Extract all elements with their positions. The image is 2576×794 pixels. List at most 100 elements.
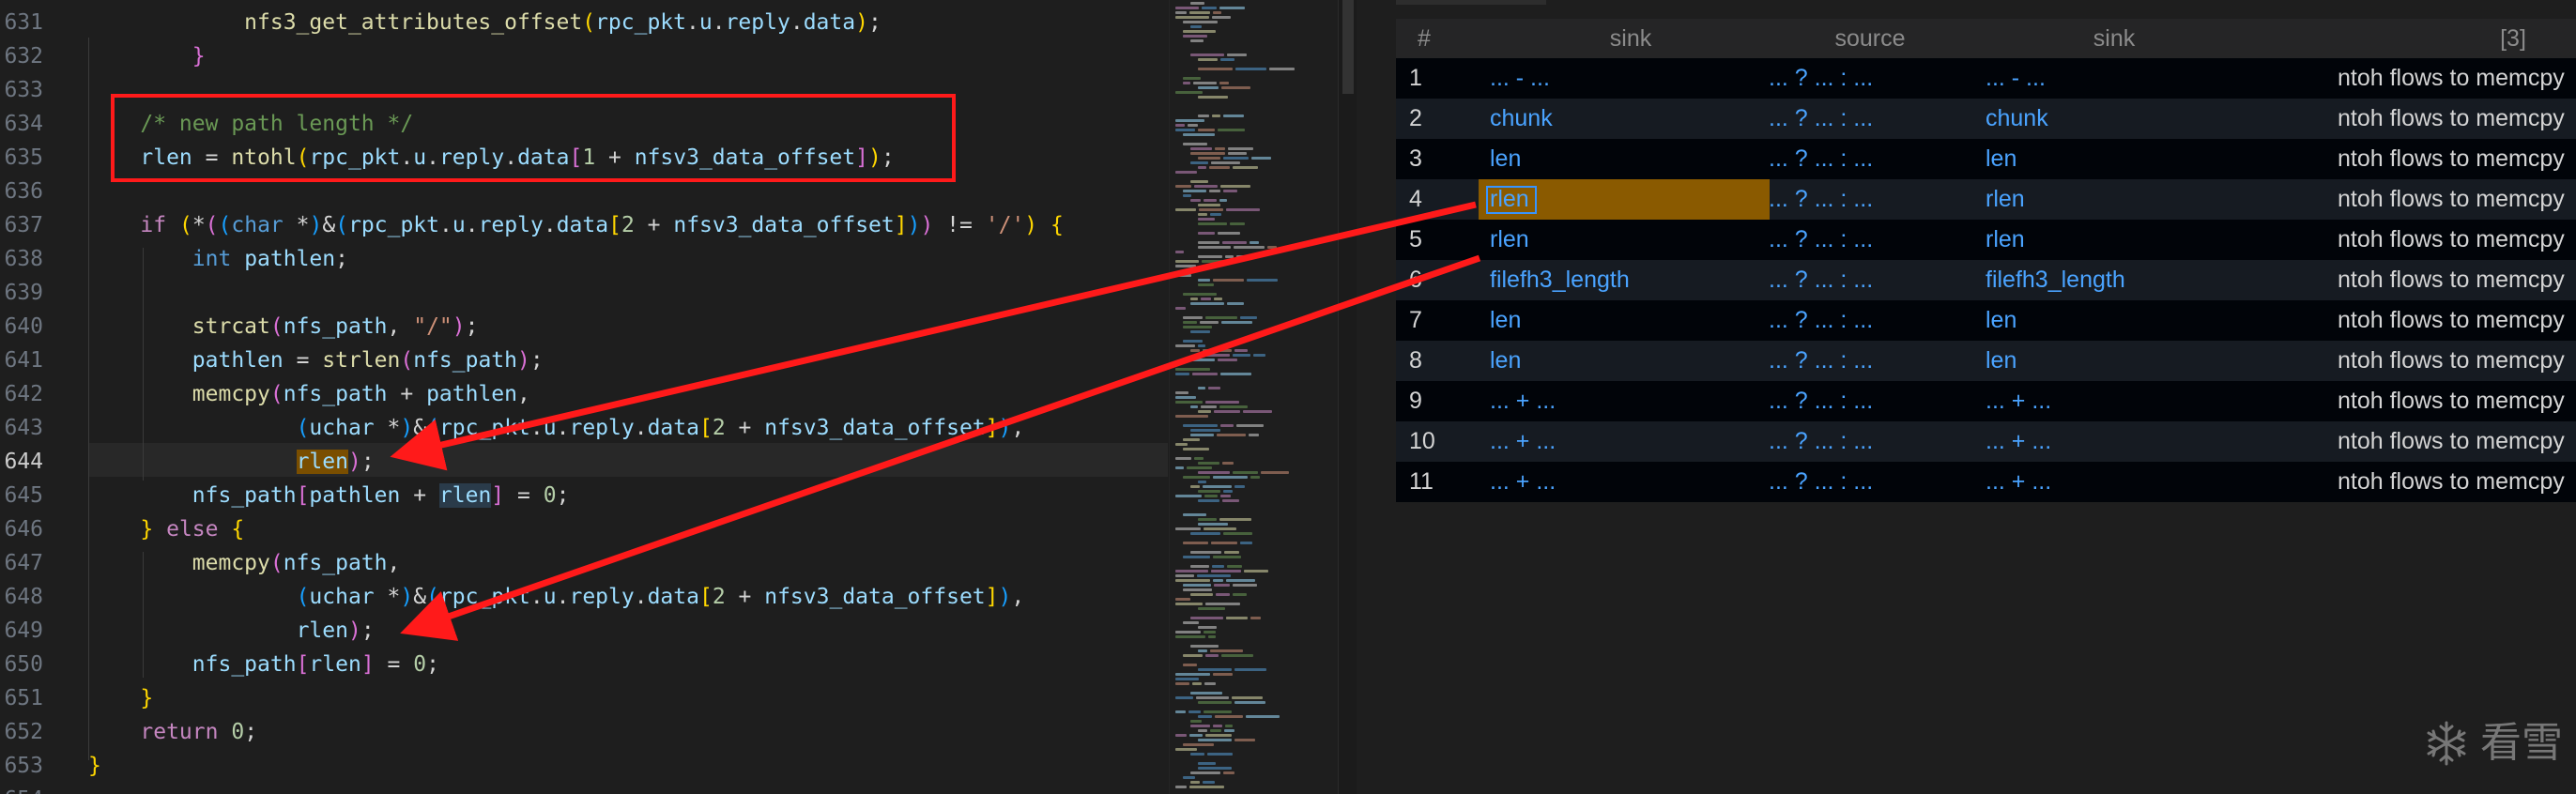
code-line[interactable]: nfs3_get_attributes_offset(rpc_pkt.u.rep… [88, 6, 1169, 39]
code-line[interactable]: pathlen = strlen(nfs_path); [88, 344, 1169, 377]
sink-link[interactable]: ... - ... [1490, 58, 1550, 99]
sink-link-2[interactable]: len [1986, 341, 2016, 381]
source-link[interactable]: ... ? ... : ... [1769, 300, 1873, 341]
source-link[interactable]: ... ? ... : ... [1769, 99, 1873, 139]
sink-link-2[interactable]: rlen [1986, 220, 2025, 260]
code-line[interactable]: memcpy(nfs_path, [88, 546, 1169, 580]
table-row[interactable]: 11 ... + ... ... ? ... : ... ... + ... ntoh … [1396, 462, 2576, 502]
sink-link[interactable]: len [1490, 341, 1521, 381]
code-line[interactable]: } else { [88, 512, 1169, 546]
sink-link-2[interactable]: ... + ... [1986, 421, 2051, 462]
source-link[interactable]: ... ? ... : ... [1769, 179, 1873, 220]
code-line[interactable]: } [88, 681, 1169, 715]
scrollbar-thumb[interactable] [1342, 0, 1354, 94]
sink-link-2[interactable]: len [1986, 300, 2016, 341]
table-row[interactable]: 7 len ... ? ... : ... len ntoh flows to memc… [1396, 300, 2576, 341]
minimap-line [1212, 16, 1231, 19]
sink-link-2[interactable]: ... + ... [1986, 462, 2051, 502]
table-row[interactable]: 6 filefh3_length ... ? ... : ... filefh3_le… [1396, 260, 2576, 300]
result-message: ntoh flows to memcpy [2338, 267, 2565, 293]
code-line[interactable]: (uchar *)&(rpc_pkt.u.reply.data[2 + nfsv… [88, 411, 1169, 445]
result-message: ntoh flows to memcpy [2338, 468, 2565, 495]
header-source[interactable]: source [1771, 19, 1969, 58]
table-row[interactable]: 4 rlen ... ? ... : ... rlen ntoh flows to me… [1396, 179, 2576, 220]
line-number: 650 [4, 652, 43, 677]
code-line[interactable]: int pathlen; [88, 242, 1169, 276]
code-line[interactable] [88, 276, 1169, 310]
sink-link[interactable]: ... + ... [1490, 462, 1556, 502]
sink-link[interactable]: filefh3_length [1490, 260, 1630, 300]
header-sink[interactable]: sink [1490, 19, 1771, 58]
editor-scrollbar[interactable] [1338, 0, 1357, 794]
line-number-gutter: 631 632 633 634 635 636 637 638 639 640 641 642 643 6… [0, 0, 66, 794]
code-line[interactable]: } [88, 39, 1169, 73]
code-line[interactable]: nfs_path[pathlen + rlen] = 0; [88, 479, 1169, 512]
code-line[interactable]: memcpy(nfs_path + pathlen, [88, 377, 1169, 411]
minimap-line [1175, 673, 1210, 676]
panel-tab-strip [1396, 0, 1546, 5]
minimap-line [1217, 434, 1246, 436]
code-line[interactable]: if (*((char *)&(rpc_pkt.u.reply.data[2 +… [88, 208, 1169, 242]
minimap-line [1183, 476, 1210, 479]
code-token: pathlen [426, 382, 517, 406]
code-line[interactable]: nfs_path[rlen] = 0; [88, 648, 1169, 681]
table-row[interactable]: 10 ... + ... ... ? ... : ... ... + ... ntoh … [1396, 421, 2576, 462]
code-line[interactable]: (uchar *)&(rpc_pkt.u.reply.data[2 + nfsv… [88, 580, 1169, 614]
table-row[interactable]: 2 chunk ... ? ... : ... chunk ntoh flows to … [1396, 99, 2576, 139]
code-token: ( [296, 416, 310, 440]
minimap-line [1204, 199, 1217, 202]
table-row[interactable]: 8 len ... ? ... : ... len ntoh flows to memc… [1396, 341, 2576, 381]
minimap-line [1190, 359, 1215, 361]
source-link[interactable]: ... ? ... : ... [1769, 139, 1873, 179]
line-number: 649 [4, 618, 43, 643]
source-link[interactable]: ... ? ... : ... [1769, 462, 1873, 502]
minimap-line [1183, 21, 1218, 23]
sink-link[interactable]: len [1490, 139, 1521, 179]
sink-link-2[interactable]: chunk [1986, 99, 2048, 139]
table-row[interactable]: 1 ... - ... ... ? ... : ... ... - ... ntoh f… [1396, 58, 2576, 99]
code-token: pathlen [309, 483, 401, 508]
source-link[interactable]: ... ? ... : ... [1769, 58, 1873, 99]
minimap-line [1214, 410, 1240, 413]
header-index[interactable]: # [1396, 19, 1452, 58]
sink-link-2[interactable]: ... + ... [1986, 381, 2051, 421]
table-row[interactable]: 3 len ... ? ... : ... len ntoh flows to memc… [1396, 139, 2576, 179]
code-line[interactable] [88, 783, 1169, 794]
source-link[interactable]: ... ? ... : ... [1769, 260, 1873, 300]
sink-link[interactable]: ... + ... [1490, 381, 1556, 421]
header-message[interactable]: [3] [2466, 19, 2560, 58]
sink-link-2[interactable]: len [1986, 139, 2016, 179]
code-line[interactable]: rlen); [88, 614, 1169, 648]
code-line[interactable]: } [88, 749, 1169, 783]
table-row[interactable]: 5 rlen ... ? ... : ... rlen ntoh flows to me… [1396, 220, 2576, 260]
sink-link[interactable]: rlen [1490, 220, 1529, 260]
code-editor[interactable]: 631 632 633 634 635 636 637 638 639 640 641 642 643 6… [0, 0, 1169, 794]
code-token: 2 [712, 585, 726, 609]
sink-link[interactable]: ... + ... [1490, 421, 1556, 462]
source-link[interactable]: ... ? ... : ... [1769, 341, 1873, 381]
sink-link-2[interactable]: filefh3_length [1986, 260, 2125, 300]
code-token: [ [698, 585, 713, 609]
sink-link-2[interactable]: rlen [1986, 179, 2025, 220]
sink-link[interactable]: len [1490, 300, 1521, 341]
minimap-line [1213, 556, 1241, 558]
source-link[interactable]: ... ? ... : ... [1769, 381, 1873, 421]
minimap-line [1219, 518, 1251, 521]
sink-link[interactable]: chunk [1490, 99, 1553, 139]
minimap-line [1175, 396, 1196, 399]
code-line[interactable]: strcat(nfs_path, "/"); [88, 310, 1169, 344]
code-token: { [1050, 213, 1064, 237]
source-link[interactable]: ... ? ... : ... [1769, 220, 1873, 260]
table-row[interactable]: 9 ... + ... ... ? ... : ... ... + ... ntoh f… [1396, 381, 2576, 421]
minimap-line [1198, 626, 1217, 629]
sink-link[interactable]: rlen [1490, 179, 1529, 220]
minimap[interactable] [1169, 0, 1339, 794]
source-link[interactable]: ... ? ... : ... [1769, 421, 1873, 462]
code-line[interactable]: rlen); [88, 445, 1169, 479]
header-sink-2[interactable]: sink [1973, 19, 2255, 58]
sink-link-2[interactable]: ... - ... [1986, 58, 2046, 99]
code-line[interactable]: return 0; [88, 715, 1169, 749]
